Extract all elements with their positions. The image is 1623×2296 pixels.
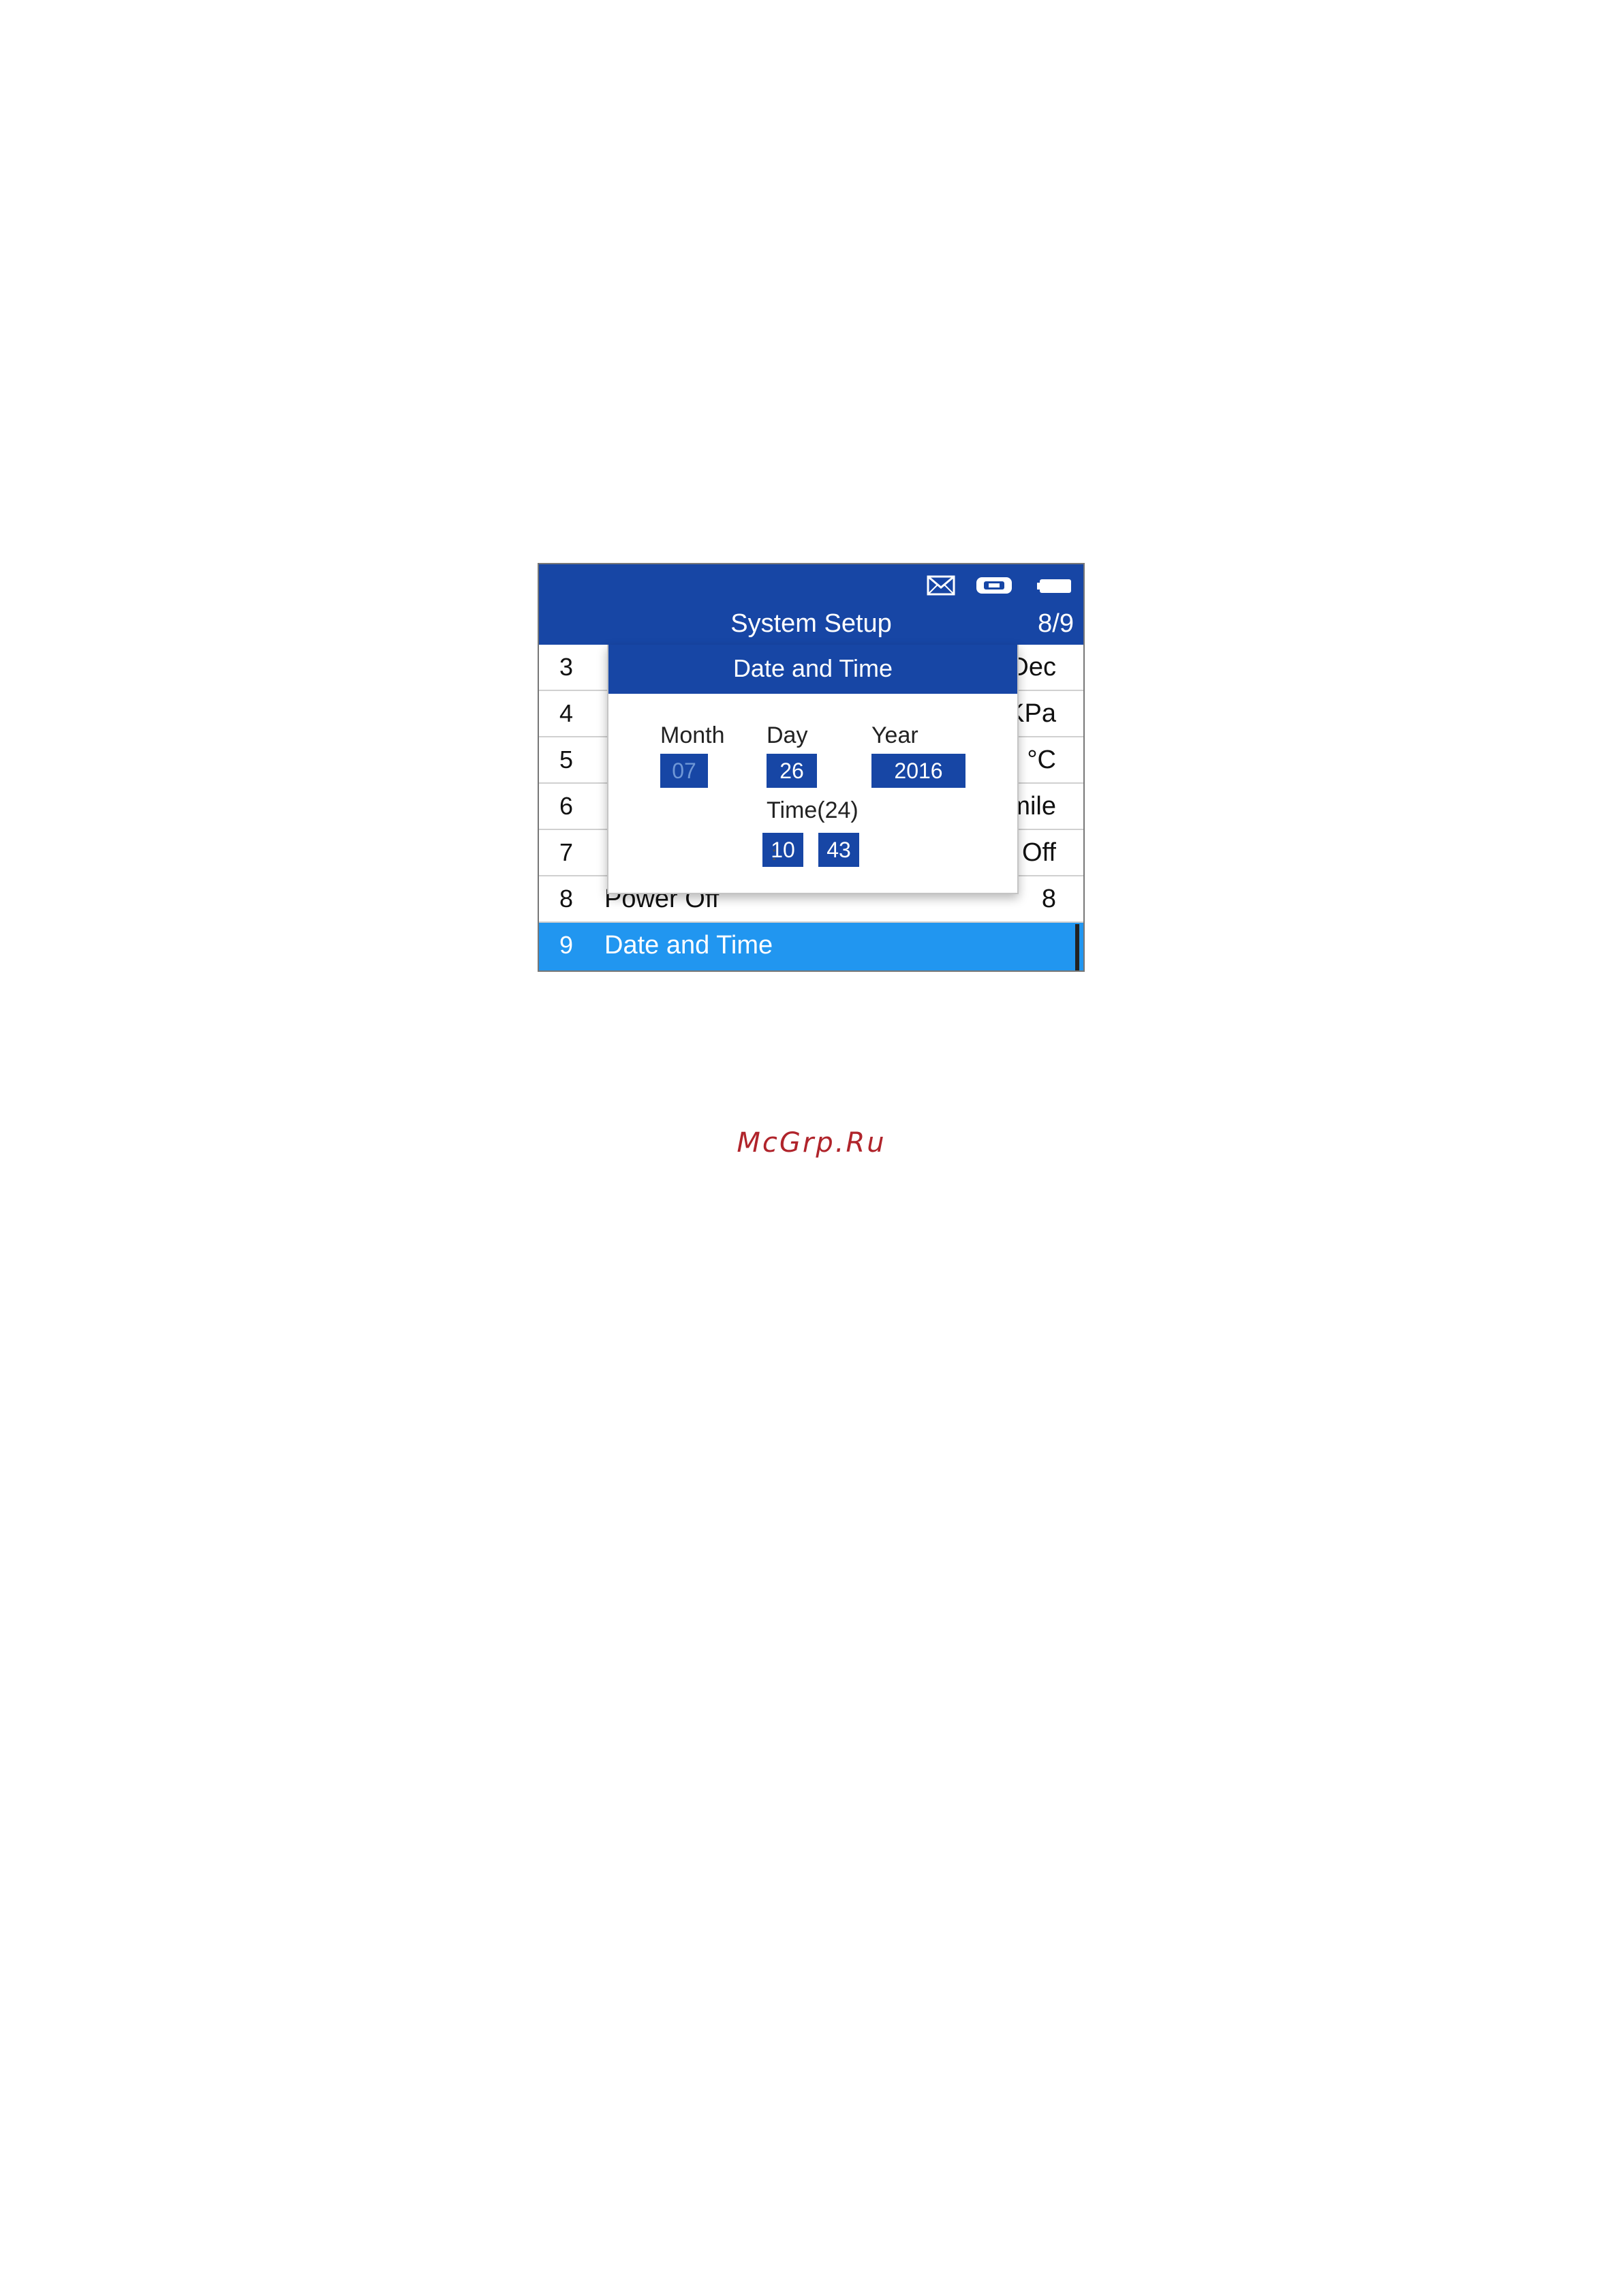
hour-field[interactable]: 10 <box>762 833 803 867</box>
row-number: 9 <box>559 931 574 959</box>
month-field[interactable]: 07 <box>660 754 708 788</box>
row-number: 7 <box>559 838 574 866</box>
row-number: 4 <box>559 699 574 727</box>
row-label: Date and Time <box>604 931 773 960</box>
row-value: 8 <box>1041 885 1056 913</box>
row-number: 3 <box>559 653 574 681</box>
row-number: 6 <box>559 792 574 820</box>
device-screen: System Setup 8/9 3 Dec 4 KPa 5 °C 6 mile… <box>538 563 1085 972</box>
time-separator: : <box>771 842 777 865</box>
title-bar: System Setup 8/9 <box>539 564 1083 645</box>
vci-connection-icon <box>976 577 1012 594</box>
mail-icon <box>927 575 955 596</box>
minute-field[interactable]: 43 <box>818 833 859 867</box>
month-label: Month <box>660 722 725 748</box>
row-number: 5 <box>559 746 574 774</box>
watermark: McGrp.Ru <box>737 1127 886 1159</box>
year-label: Year <box>871 722 918 748</box>
scrollbar[interactable] <box>1075 924 1079 970</box>
year-field[interactable]: 2016 <box>871 754 965 788</box>
row-value: °C <box>1027 746 1056 774</box>
battery-icon <box>1037 579 1071 593</box>
row-value: Off <box>1022 838 1056 867</box>
day-label: Day <box>767 722 808 748</box>
page-counter: 8/9 <box>1038 609 1074 638</box>
list-item-9-selected[interactable]: 9 Date and Time <box>539 923 1083 970</box>
screen-title: System Setup <box>730 609 892 638</box>
day-field[interactable]: 26 <box>767 754 817 788</box>
time-label: Time(24) <box>767 797 859 823</box>
date-time-dialog: Date and Time Month 07 Day 26 Year 2016 … <box>607 645 1019 894</box>
row-number: 8 <box>559 885 574 913</box>
dialog-title: Date and Time <box>608 645 1017 694</box>
